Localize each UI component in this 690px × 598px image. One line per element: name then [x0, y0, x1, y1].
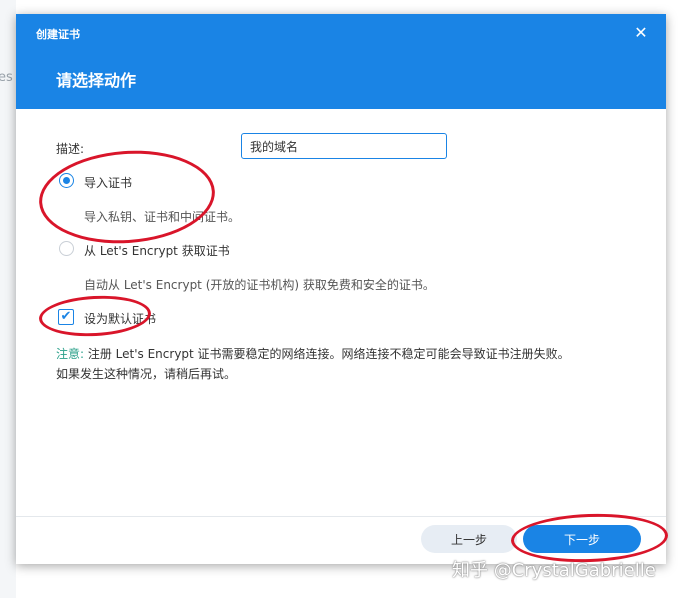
- option-import-certificate-desc: 导入私钥、证书和中间证书。: [84, 210, 241, 224]
- description-label: 描述:: [56, 142, 85, 156]
- note-line-1: 注册 Let's Encrypt 证书需要稳定的网络连接。网络连接不稳定可能会导…: [84, 347, 570, 361]
- option-lets-encrypt-desc: 自动从 Let's Encrypt (开放的证书机构) 获取免费和安全的证书。: [84, 278, 435, 292]
- close-icon[interactable]: ✕: [630, 22, 652, 44]
- note-prefix: 注意:: [56, 347, 85, 361]
- watermark: 知乎 @CrystalGabrielle: [452, 560, 656, 581]
- option-import-certificate-label[interactable]: 导入证书: [84, 174, 132, 191]
- previous-button[interactable]: 上一步: [421, 525, 517, 553]
- default-certificate-label[interactable]: 设为默认证书: [84, 310, 156, 327]
- radio-lets-encrypt[interactable]: [59, 241, 74, 256]
- create-certificate-dialog: 创建证书 ✕ 请选择动作 描述: 导入证书 导入私钥、证书和中间证书。 从 Le…: [16, 14, 666, 564]
- description-input[interactable]: [241, 133, 447, 159]
- dialog-header: 创建证书 ✕ 请选择动作: [16, 14, 666, 109]
- background-partial-text: es: [0, 70, 13, 85]
- window-title: 创建证书: [36, 28, 80, 41]
- background-window: es: [0, 0, 16, 598]
- option-lets-encrypt-label[interactable]: 从 Let's Encrypt 获取证书: [84, 242, 230, 259]
- next-button[interactable]: 下一步: [523, 525, 641, 553]
- footer-divider: [16, 516, 666, 517]
- radio-import-certificate[interactable]: [59, 173, 74, 188]
- default-certificate-checkbox[interactable]: ✔: [58, 309, 74, 325]
- section-title: 请选择动作: [56, 71, 137, 90]
- note-text: 注意: 注册 Let's Encrypt 证书需要稳定的网络连接。网络连接不稳定…: [56, 344, 646, 384]
- note-line-2: 如果发生这种情况，请稍后再试。: [56, 367, 237, 381]
